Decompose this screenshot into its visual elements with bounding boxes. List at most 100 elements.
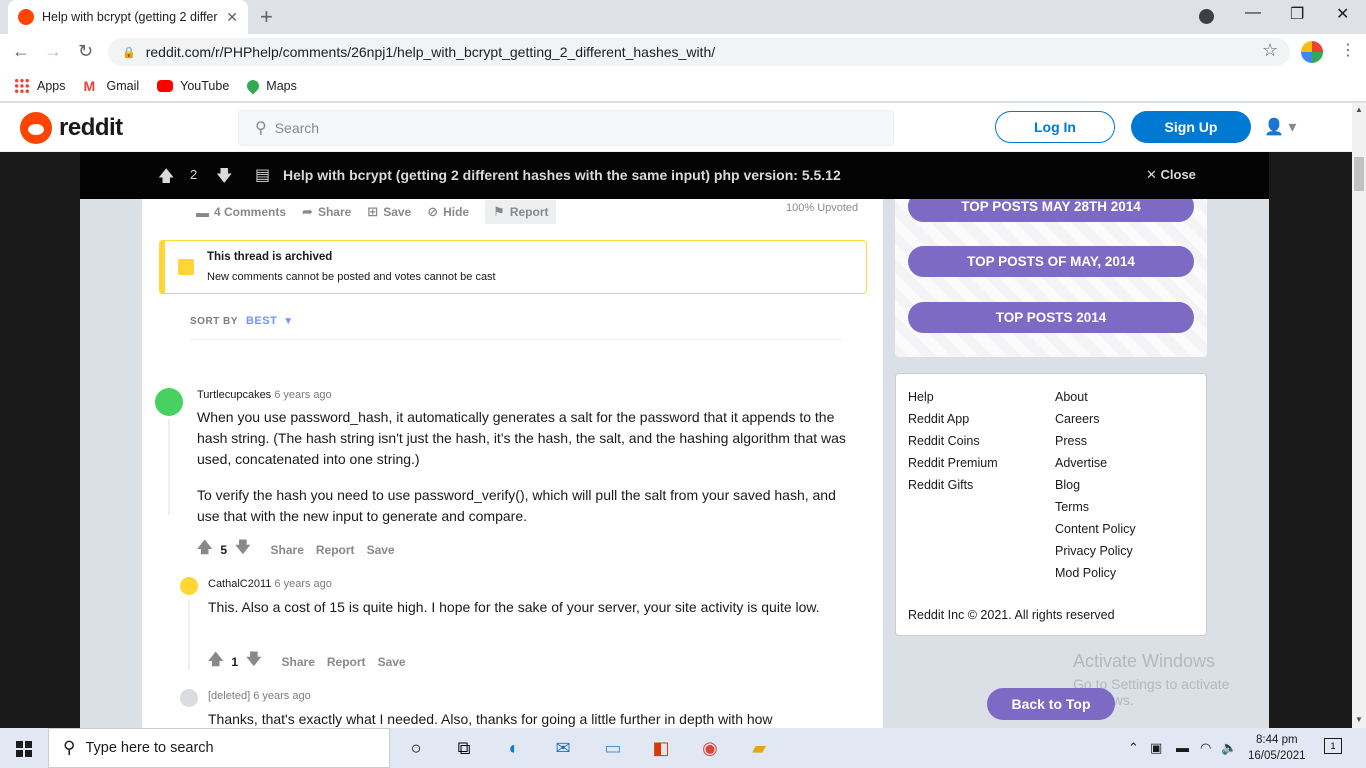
close-button[interactable]: ✕ Close	[1146, 167, 1196, 183]
bookmark-youtube[interactable]: YouTube	[157, 79, 229, 93]
office-icon[interactable]: ◧	[649, 736, 673, 760]
browser-tab[interactable]: Help with bcrypt (getting 2 differ ✕	[8, 0, 248, 34]
footer-link[interactable]: Content Policy	[1055, 522, 1136, 536]
cortana-icon[interactable]: ○	[404, 736, 428, 760]
avatar[interactable]	[180, 689, 198, 707]
footer-link[interactable]: Careers	[1055, 412, 1099, 426]
thread-line[interactable]	[168, 419, 170, 515]
window-close-icon[interactable]: ✕	[1336, 4, 1349, 24]
taskbar-search-input[interactable]: ⚲ Type here to search	[48, 728, 390, 768]
lock-icon: 🔒	[122, 46, 136, 59]
bookmark-star-icon[interactable]: ☆	[1262, 40, 1278, 61]
top-posts-day-button[interactable]: TOP POSTS MAY 28TH 2014	[908, 199, 1194, 222]
bookmark-maps[interactable]: Maps	[244, 77, 297, 94]
comment-age[interactable]: 6 years ago	[274, 389, 331, 401]
menu-kebab-icon[interactable]: ⋮	[1340, 40, 1356, 60]
system-clock[interactable]: 8:44 pm 16/05/2021	[1248, 732, 1306, 764]
save-button[interactable]: ⊞ Save	[367, 204, 411, 220]
battery-icon[interactable]: ▬	[1176, 740, 1189, 755]
back-icon[interactable]: ←	[12, 41, 30, 62]
post-text-icon: ▤	[255, 167, 271, 184]
share-button[interactable]: ➦ Share	[302, 204, 351, 220]
upvote-icon[interactable]: 🡅	[208, 649, 223, 674]
meet-now-icon[interactable]: ▣	[1150, 740, 1162, 756]
report-button[interactable]: ⚑ Report	[485, 200, 557, 224]
downvote-icon[interactable]: 🡇	[246, 649, 261, 674]
comment-share-button[interactable]: Share	[271, 543, 304, 557]
comment-author[interactable]: Turtlecupcakes	[197, 389, 271, 401]
footer-link[interactable]: Blog	[1055, 478, 1080, 492]
notification-icon[interactable]: 1	[1324, 738, 1342, 754]
footer-link[interactable]: About	[1055, 390, 1088, 404]
back-to-top-button[interactable]: Back to Top	[987, 688, 1115, 720]
wifi-icon[interactable]: ◠	[1200, 740, 1211, 756]
new-tab-icon[interactable]: +	[260, 4, 273, 30]
scroll-thumb[interactable]	[1354, 157, 1364, 191]
chrome-icon[interactable]: ◉	[698, 736, 722, 760]
top-posts-widget: TOP POSTS MAY 28TH 2014 TOP POSTS OF MAY…	[895, 199, 1207, 357]
scroll-down-icon[interactable]: ▼	[1355, 715, 1363, 724]
footer-link[interactable]: Reddit Premium	[908, 456, 998, 470]
comment-report-button[interactable]: Report	[316, 543, 355, 557]
search-input[interactable]: ⚲ Search	[238, 110, 894, 146]
scroll-up-icon[interactable]: ▲	[1355, 105, 1363, 114]
page-scrollbar[interactable]: ▲ ▼	[1352, 103, 1366, 728]
volume-icon[interactable]: 🔈	[1221, 740, 1237, 756]
comment-report-button[interactable]: Report	[327, 655, 366, 669]
footer-link[interactable]: Press	[1055, 434, 1087, 448]
bookmark-gmail[interactable]: M Gmail	[84, 78, 140, 94]
footer-link[interactable]: Reddit Coins	[908, 434, 980, 448]
signup-button[interactable]: Sign Up	[1131, 111, 1251, 143]
sort-dropdown[interactable]: SORT BY BEST ▼	[190, 315, 294, 327]
upvote-icon[interactable]: 🡅	[158, 165, 174, 192]
comment-age[interactable]: 6 years ago	[274, 578, 331, 590]
top-posts-month-button[interactable]: TOP POSTS OF MAY, 2014	[908, 246, 1194, 277]
footer-link[interactable]: Privacy Policy	[1055, 544, 1133, 558]
comment-save-button[interactable]: Save	[378, 655, 406, 669]
reddit-wordmark[interactable]: reddit	[59, 114, 123, 142]
downvote-icon[interactable]: 🡇	[216, 165, 232, 192]
reload-icon[interactable]: ↻	[78, 41, 93, 62]
footer-link[interactable]: Mod Policy	[1055, 566, 1116, 580]
avatar[interactable]	[180, 577, 198, 595]
upvote-ratio: 100% Upvoted	[786, 202, 859, 214]
user-menu-icon[interactable]: 👤 ▾	[1264, 117, 1296, 137]
bookmark-apps[interactable]: Apps	[14, 77, 66, 94]
edge-icon[interactable]: ◐	[502, 736, 526, 760]
tab-close-icon[interactable]: ✕	[226, 9, 238, 26]
footer-link[interactable]: Help	[908, 390, 934, 404]
footer-link[interactable]: Reddit App	[908, 412, 969, 426]
footer-link[interactable]: Advertise	[1055, 456, 1107, 470]
reddit-logo-icon[interactable]	[20, 112, 52, 144]
comment-age[interactable]: 6 years ago	[253, 690, 310, 702]
login-button[interactable]: Log In	[995, 111, 1115, 143]
thread-line[interactable]	[188, 599, 190, 671]
hide-button[interactable]: ⊘ Hide	[427, 204, 469, 220]
footer-link[interactable]: Terms	[1055, 500, 1089, 514]
tab-search-icon[interactable]	[1199, 9, 1214, 24]
minimize-icon[interactable]: —	[1245, 4, 1261, 22]
upvote-icon[interactable]: 🡅	[197, 537, 212, 562]
downvote-icon[interactable]: 🡇	[235, 537, 250, 562]
file-explorer-icon[interactable]: ▰	[747, 736, 771, 760]
avatar[interactable]	[155, 388, 183, 416]
bookmark-icon: ⊞	[367, 204, 379, 219]
windows-start-icon[interactable]	[16, 741, 32, 757]
task-view-icon[interactable]: ⧉	[452, 736, 476, 760]
reddit-header: reddit ⚲ Search Log In Sign Up 👤 ▾	[0, 103, 1352, 152]
maximize-icon[interactable]: ❐	[1290, 4, 1304, 24]
footer-link[interactable]: Reddit Gifts	[908, 478, 973, 492]
profile-avatar[interactable]	[1301, 41, 1323, 63]
comment-save-button[interactable]: Save	[367, 543, 395, 557]
tray-chevron-icon[interactable]: ⌃	[1128, 740, 1139, 756]
comment-author[interactable]: CathalC2011	[208, 578, 271, 590]
address-bar[interactable]: 🔒 reddit.com/r/PHPhelp/comments/26npj1/h…	[108, 38, 1290, 66]
comments-button[interactable]: ▬ 4 Comments	[196, 205, 286, 220]
computer-icon[interactable]: ▭	[601, 736, 625, 760]
copyright-text: Reddit Inc © 2021. All rights reserved	[908, 608, 1115, 622]
divider	[190, 339, 843, 340]
forward-icon[interactable]: →	[44, 41, 62, 62]
comment-share-button[interactable]: Share	[282, 655, 315, 669]
top-posts-year-button[interactable]: TOP POSTS 2014	[908, 302, 1194, 333]
mail-icon[interactable]: ✉	[551, 736, 575, 760]
